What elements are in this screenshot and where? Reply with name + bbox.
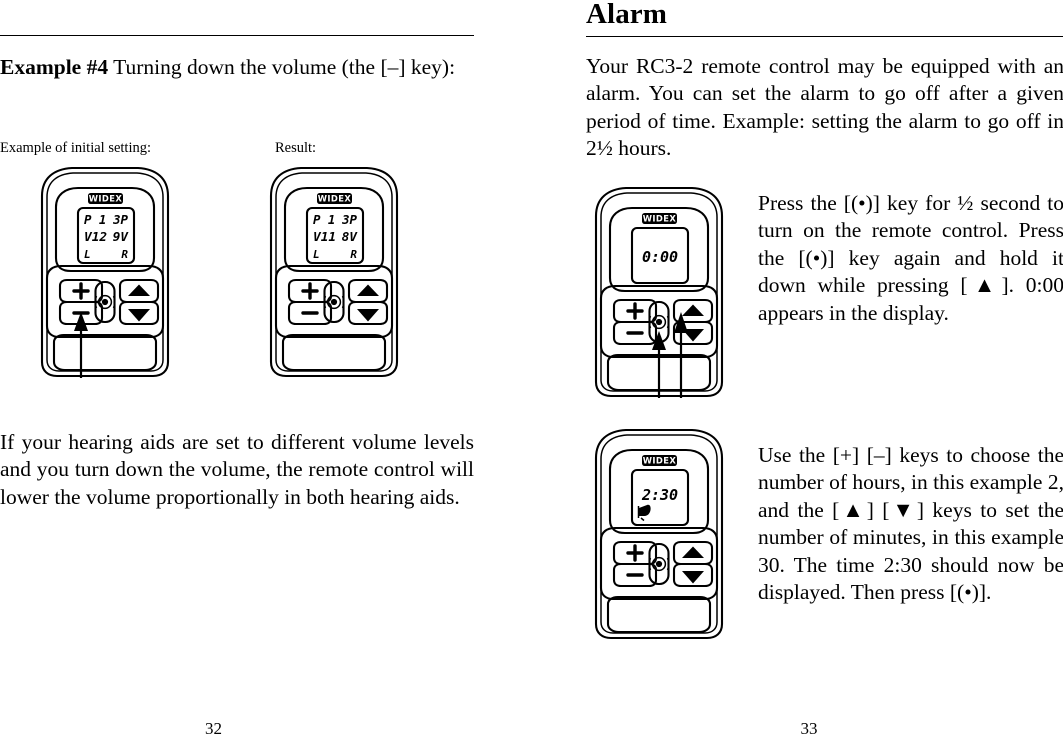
remote-result: WIDEX P 1 3P V11 8V L R: [263, 166, 405, 378]
brand-logo-text: WIDEX: [89, 194, 123, 204]
page-title: Alarm: [586, 0, 668, 30]
page-number-left: 32: [205, 719, 222, 738]
example-heading: Example #4 Turning down the volume (the …: [0, 54, 474, 81]
remote-alarm-set: WIDEX 2:30: [588, 428, 730, 640]
page-number-right: 33: [800, 719, 818, 738]
lcd-row2-right: 9V: [113, 230, 130, 245]
lcd-row1-left: P 1: [84, 212, 106, 227]
lcd-row2-left: V11: [313, 230, 336, 245]
lcd-row2-right: 8V: [342, 230, 359, 245]
caption-initial-setting: Example of initial setting:: [0, 140, 152, 156]
lcd-row3-right: R: [350, 248, 357, 261]
lcd-row1-right: 3P: [341, 212, 357, 227]
page-right: Alarm Your RC3-2 remote control may be e…: [531, 0, 1063, 751]
lcd-time: 2:30: [641, 486, 678, 504]
example-heading-lead: Example #4: [0, 55, 109, 79]
lcd-row2-left: V12: [84, 230, 107, 245]
brand-logo-text: WIDEX: [318, 194, 352, 204]
header-rule-left: [0, 35, 474, 36]
caption-result: Result:: [275, 140, 317, 156]
alarm-step1-paragraph: Press the [(•)] key for ½ second to turn…: [758, 191, 1063, 325]
page-left: Example #4 Turning down the volume (the …: [0, 0, 531, 751]
lcd-row3-left: L: [84, 248, 91, 261]
remote-initial-setting: WIDEX P 1 3P V12 9V L R: [34, 166, 176, 378]
closing-paragraph: If your hearing aids are set to differen…: [0, 430, 474, 509]
remote-alarm-zero: WIDEX 0:00: [588, 186, 730, 398]
lcd-row3-right: R: [121, 248, 128, 261]
lcd-time: 0:00: [642, 248, 678, 266]
lcd-row3-left: L: [313, 248, 320, 261]
alarm-bell-icon: [637, 504, 651, 522]
alarm-intro-paragraph: Your RC3-2 remote control may be equippe…: [586, 54, 1063, 161]
lcd-row1-left: P 1: [313, 212, 335, 227]
brand-logo-text: WIDEX: [643, 214, 677, 224]
header-rule-right: [586, 36, 1063, 37]
example-heading-rest: Turning down the volume (the [–] key):: [108, 55, 456, 79]
lcd-row1-right: 3P: [112, 212, 128, 227]
book-spread: Example #4 Turning down the volume (the …: [0, 0, 1063, 751]
brand-logo-text: WIDEX: [643, 456, 677, 466]
alarm-step2-paragraph: Use the [+] [–] keys to choose the numbe…: [758, 443, 1063, 605]
